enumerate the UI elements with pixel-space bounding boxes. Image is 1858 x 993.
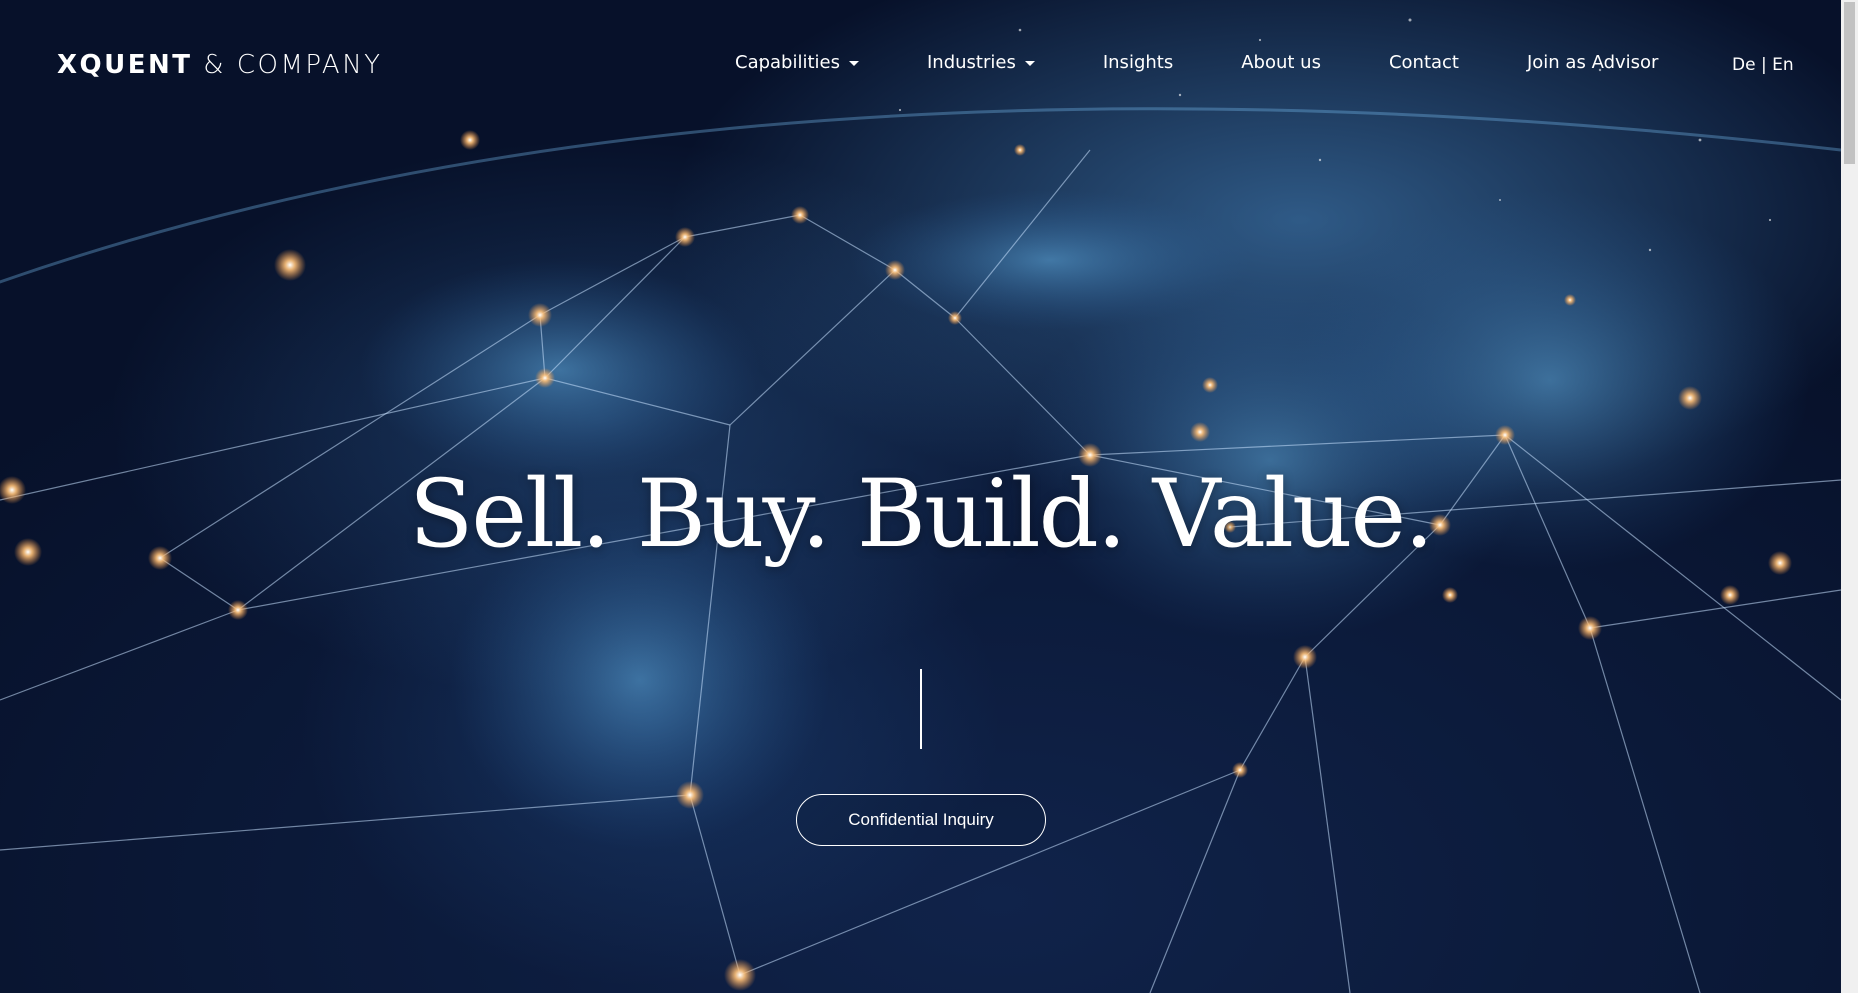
nav-links: Capabilities Industries Insights About u… [735,52,1726,73]
lang-en-link[interactable]: En [1772,55,1794,75]
nav-label: Industries [927,52,1016,73]
nav-capabilities[interactable]: Capabilities [735,52,859,73]
nav-label: Contact [1388,52,1459,73]
nav-contact[interactable]: Contact [1389,52,1459,73]
nav-label: Capabilities [735,52,840,73]
page-scrollbar[interactable] [1841,0,1858,993]
nav-label: Join as Advisor [1526,52,1659,73]
confidential-inquiry-button[interactable]: Confidential Inquiry [796,794,1046,846]
nav-about-us[interactable]: About us [1241,52,1321,73]
lang-de-link[interactable]: De [1732,55,1756,75]
vertical-divider [920,669,922,749]
language-switcher: De | En [1732,55,1794,75]
hero-headline: Sell. Buy. Build. Value. [409,460,1434,569]
company-logo[interactable]: XQUENT & COMPANY [57,50,383,80]
nav-label: Insights [1102,52,1174,73]
nav-insights[interactable]: Insights [1103,52,1173,73]
top-navigation: XQUENT & COMPANY Capabilities Industries… [0,0,1841,130]
nav-join-as-advisor[interactable]: Join as Advisor [1527,52,1658,73]
lang-separator: | [1755,55,1773,75]
nav-label: About us [1241,52,1321,73]
scrollbar-thumb[interactable] [1844,2,1855,164]
nav-industries[interactable]: Industries [927,52,1035,73]
caret-down-icon [1024,61,1035,66]
caret-down-icon [849,61,859,66]
